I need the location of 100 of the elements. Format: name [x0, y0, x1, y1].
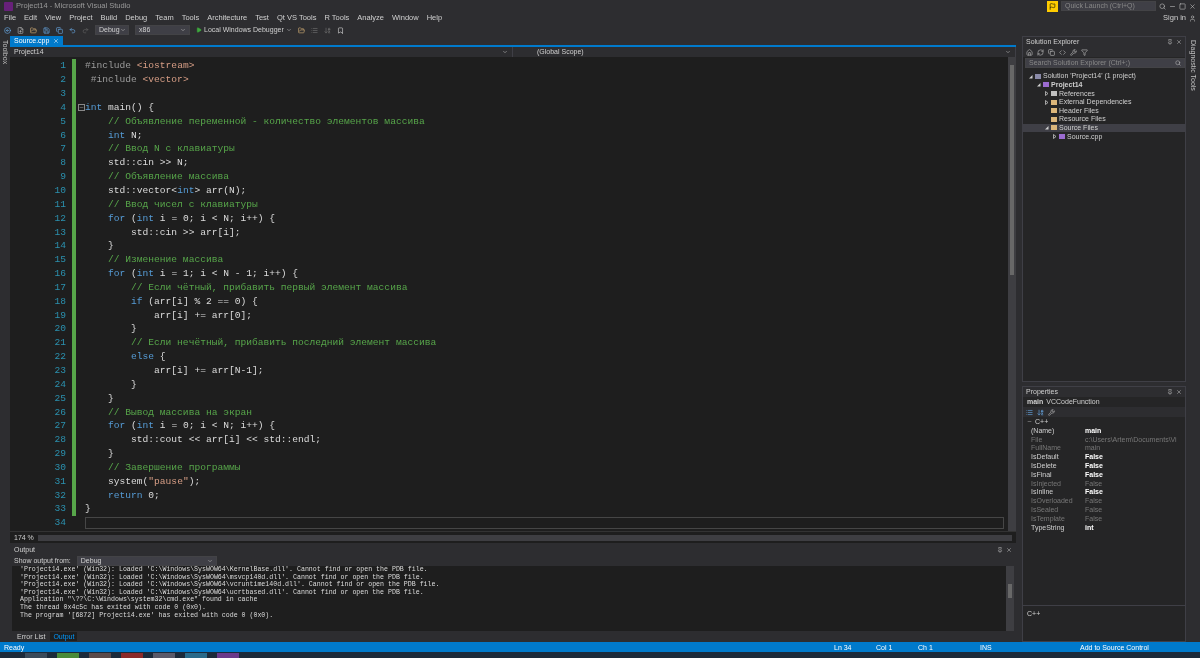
caret-icon[interactable]	[285, 27, 292, 33]
line-number: 5	[59, 115, 67, 127]
line-number: 19	[53, 309, 67, 321]
code-line: for (int i = 0; i < N; i++) {	[107, 212, 275, 224]
line-number: 18	[53, 295, 67, 307]
close-icon[interactable]	[1189, 2, 1196, 10]
copy-icon[interactable]	[1048, 48, 1055, 56]
line-number: 14	[53, 240, 67, 252]
code-line: // Изменение массива	[107, 254, 224, 266]
line-number: 8	[59, 157, 67, 169]
line-number: 12	[53, 212, 67, 224]
bookmark-icon[interactable]	[336, 26, 344, 34]
collapse-icon[interactable]	[78, 103, 85, 111]
close-icon[interactable]	[1176, 389, 1182, 395]
caret-icon[interactable]	[502, 49, 508, 55]
expanded-arrow-icon[interactable]	[1035, 82, 1041, 88]
code-line: // Если чётный, прибавить первый элемент массива	[130, 281, 408, 293]
code-line: }	[85, 503, 91, 515]
open-folder-icon[interactable]	[30, 26, 37, 34]
line-number: 1	[59, 60, 67, 72]
list-icon[interactable]	[310, 26, 318, 34]
code-line: std::cin >> arr[i];	[130, 226, 241, 238]
solution-icon	[1035, 73, 1041, 79]
back-icon[interactable]	[4, 26, 11, 34]
code-line: }	[107, 392, 114, 404]
line-number: 34	[53, 517, 67, 529]
collapsed-arrow-icon[interactable]	[1043, 91, 1049, 96]
caret-icon[interactable]	[180, 27, 186, 33]
code-line: std::cin >> N;	[107, 157, 189, 169]
horizontal-scrollbar[interactable]	[37, 534, 1012, 541]
wrench-icon[interactable]	[1048, 408, 1055, 416]
caret-icon[interactable]	[1005, 49, 1011, 55]
pin-icon[interactable]	[997, 547, 1003, 553]
sort-icon[interactable]	[323, 26, 331, 34]
code-line: #include <iostream>	[85, 60, 195, 72]
refresh-icon[interactable]	[1037, 48, 1044, 56]
code-line: std::cout << arr[i] << std::endl;	[130, 434, 322, 446]
expanded-arrow-icon[interactable]	[1043, 125, 1049, 131]
categorized-icon[interactable]	[1026, 408, 1033, 416]
undo-icon[interactable]	[69, 26, 76, 34]
pin-icon[interactable]	[1167, 389, 1173, 395]
sort-icon[interactable]	[1037, 408, 1044, 416]
code-line: // Вывод массива на экран	[107, 406, 252, 418]
line-number: 30	[53, 461, 67, 473]
search-icon[interactable]	[1159, 2, 1166, 10]
caret-icon[interactable]	[206, 557, 213, 564]
line-number: 17	[53, 281, 67, 293]
code-line: for (int i = 1; i < N - 1; i++) {	[107, 268, 299, 280]
search-icon[interactable]	[1175, 60, 1181, 66]
close-icon[interactable]	[1176, 39, 1182, 45]
line-number: 32	[53, 489, 67, 501]
line-number: 26	[53, 406, 67, 418]
code-line: return 0;	[107, 489, 160, 501]
feedback-flag-icon[interactable]	[1047, 0, 1058, 12]
pin-icon[interactable]	[1167, 39, 1173, 45]
line-number: 16	[53, 268, 67, 280]
save-icon[interactable]	[43, 26, 50, 34]
code-line: std::vector<int> arr(N);	[107, 185, 247, 196]
code-line: // Объявление переменной - количество элементов массива	[107, 115, 425, 127]
filter-icon[interactable]	[1081, 48, 1088, 56]
line-number: 13	[53, 226, 67, 238]
line-number: 31	[53, 475, 67, 487]
code-line: int N;	[107, 129, 143, 141]
code-line: // Если нечётный, прибавить последний элемент массива	[130, 337, 437, 349]
expanded-arrow-icon[interactable]	[1027, 73, 1033, 79]
line-number: 2	[59, 74, 67, 86]
maximize-icon[interactable]	[1179, 2, 1186, 10]
collapsed-arrow-icon[interactable]	[1043, 99, 1049, 105]
user-icon[interactable]	[1189, 14, 1196, 22]
save-all-icon[interactable]	[56, 26, 63, 34]
code-line: int main() {	[85, 101, 155, 113]
code-line: // Завершение программы	[107, 461, 241, 473]
new-file-icon[interactable]	[17, 26, 24, 34]
line-number: 25	[53, 392, 67, 404]
line-number: 24	[53, 378, 67, 390]
collapse-icon[interactable]	[1027, 419, 1032, 424]
vertical-scrollbar[interactable]	[1006, 566, 1014, 631]
code-icon[interactable]	[1059, 48, 1066, 56]
code-line: for (int i = 0; i < N; i++) {	[107, 420, 275, 432]
code-line: // Объявление массива	[107, 171, 229, 183]
folder-icon[interactable]	[297, 26, 305, 34]
vertical-scrollbar[interactable]	[1008, 57, 1016, 531]
wrench-icon[interactable]	[1070, 48, 1077, 56]
collapsed-arrow-icon[interactable]	[1051, 133, 1057, 139]
home-icon[interactable]	[1026, 48, 1033, 56]
code-line: if (arr[i] % 2 == 0) {	[130, 295, 258, 307]
project-icon	[1043, 82, 1049, 88]
code-line: }	[107, 240, 114, 252]
caret-icon[interactable]	[119, 27, 126, 33]
code-line: }	[107, 448, 114, 460]
line-number: 21	[53, 337, 67, 349]
line-number: 7	[59, 143, 67, 155]
line-number: 22	[53, 351, 67, 363]
close-icon[interactable]	[1006, 547, 1012, 553]
code-line: // Ввод чисел с клавиатуры	[107, 198, 258, 210]
app-logo	[4, 1, 13, 11]
code-line: arr[i] += arr[N-1];	[153, 365, 264, 376]
line-number: 10	[53, 185, 67, 196]
file-icon	[1059, 133, 1065, 139]
code-line: }	[130, 378, 137, 390]
